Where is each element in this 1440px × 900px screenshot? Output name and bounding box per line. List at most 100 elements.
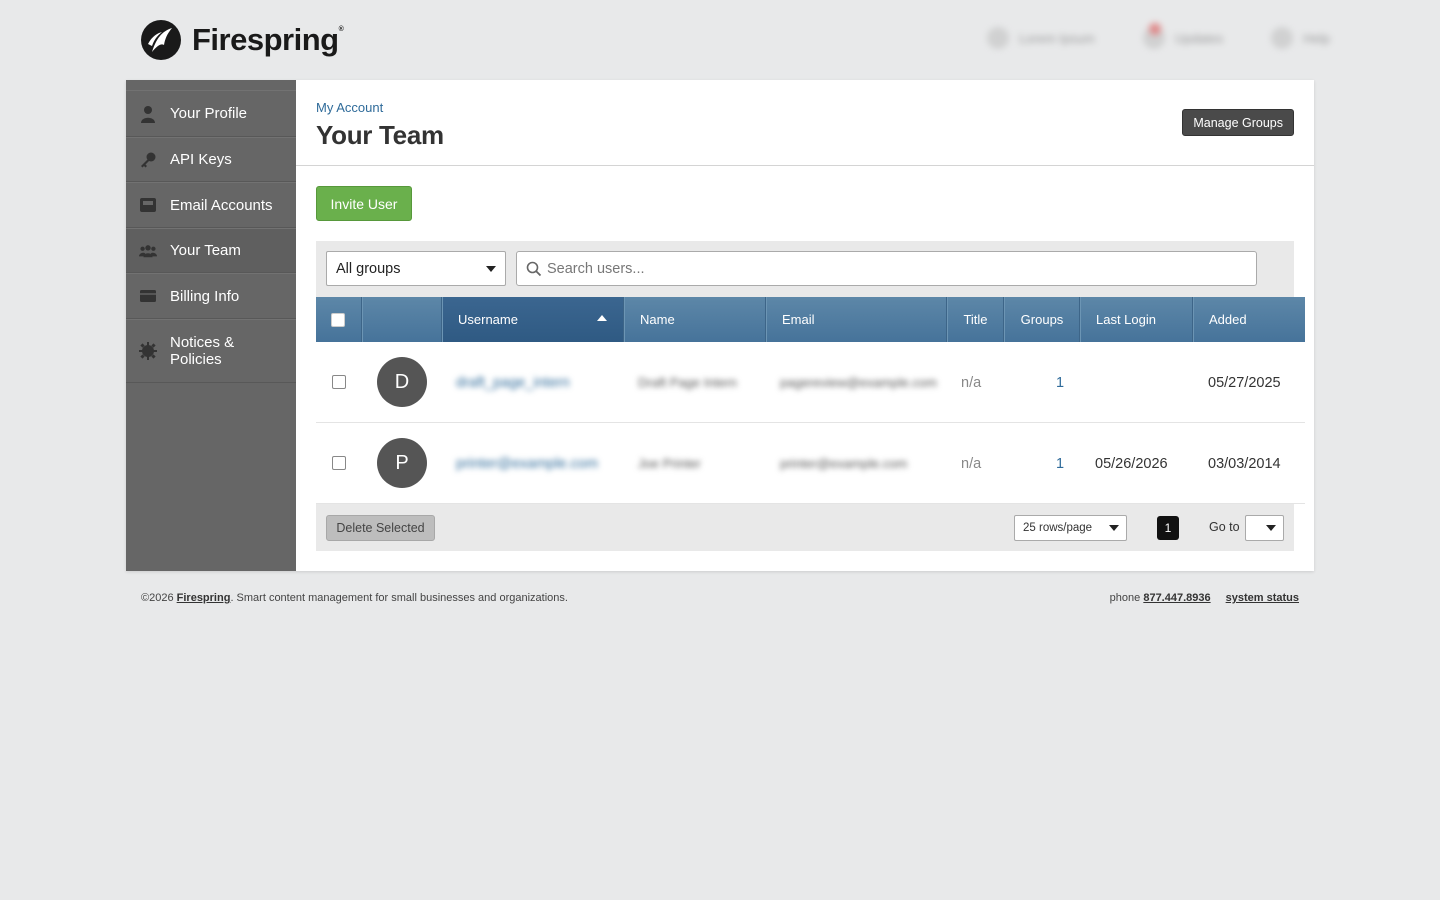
sidebar-item-billing-info[interactable]: Billing Info bbox=[126, 273, 296, 319]
user-last-login: 05/26/2026 bbox=[1095, 455, 1168, 472]
search-input[interactable] bbox=[547, 252, 1247, 285]
rows-per-page-select[interactable]: 25 rows/page bbox=[1014, 515, 1127, 541]
help-icon bbox=[1271, 27, 1294, 49]
user-last-login bbox=[1095, 342, 1200, 423]
page-number-current[interactable]: 1 bbox=[1157, 516, 1179, 540]
user-groups-count[interactable]: 1 bbox=[1026, 423, 1094, 504]
footer-links: phone 877.447.8936 system status bbox=[1110, 592, 1299, 604]
column-header-added[interactable]: Added bbox=[1193, 297, 1305, 342]
top-bar: Firespring® Lorem Ipsum Updates Help bbox=[0, 0, 1440, 80]
row-checkbox[interactable] bbox=[332, 456, 346, 470]
rows-per-page-value: 25 rows/page bbox=[1023, 522, 1093, 534]
column-label: Name bbox=[640, 312, 675, 327]
user-icon bbox=[986, 27, 1009, 49]
chevron-down-icon bbox=[486, 266, 496, 272]
column-header-name[interactable]: Name bbox=[624, 297, 766, 342]
avatar: D bbox=[377, 357, 427, 407]
column-label: Groups bbox=[1020, 312, 1064, 327]
table-row: P printer@example.com Joe Printer printe… bbox=[316, 423, 1305, 504]
column-label: Added bbox=[1209, 312, 1247, 327]
column-header-email[interactable]: Email bbox=[766, 297, 947, 342]
sidebar-item-label: API Keys bbox=[170, 151, 232, 168]
top-nav-updates[interactable]: Updates bbox=[1142, 23, 1224, 49]
user-groups-count[interactable]: 1 bbox=[1026, 342, 1094, 423]
column-header-last-login[interactable]: Last Login bbox=[1080, 297, 1193, 342]
sidebar: Your Profile API Keys Email Accounts You… bbox=[126, 80, 296, 571]
search-box bbox=[516, 251, 1257, 286]
filter-bar: All groups bbox=[316, 241, 1294, 297]
manage-groups-button[interactable]: Manage Groups bbox=[1182, 109, 1294, 136]
person-icon bbox=[139, 105, 157, 123]
search-icon bbox=[526, 261, 542, 277]
top-nav-account[interactable]: Lorem Ipsum bbox=[986, 27, 1095, 49]
firespring-logo-icon bbox=[141, 20, 181, 60]
gear-icon bbox=[139, 342, 157, 360]
username-link[interactable]: printer@example.com bbox=[456, 423, 626, 504]
sidebar-item-label: Billing Info bbox=[170, 287, 240, 305]
column-label: Username bbox=[458, 312, 518, 327]
sidebar-item-label: Notices & Policies bbox=[170, 334, 235, 368]
column-header-groups[interactable]: Groups bbox=[1004, 297, 1080, 342]
top-nav-label: Help bbox=[1303, 30, 1330, 46]
invite-user-button[interactable]: Invite User bbox=[316, 186, 412, 221]
sidebar-item-api-keys[interactable]: API Keys bbox=[126, 137, 296, 182]
top-nav-label: Lorem Ipsum bbox=[1018, 30, 1095, 46]
phone-link[interactable]: 877.447.8936 bbox=[1143, 592, 1210, 604]
group-filter-value: All groups bbox=[336, 260, 401, 277]
row-checkbox[interactable] bbox=[332, 375, 346, 389]
user-added-date: 03/03/2014 bbox=[1208, 455, 1281, 472]
sidebar-item-your-profile[interactable]: Your Profile bbox=[126, 90, 296, 137]
column-header-username[interactable]: Username bbox=[442, 297, 624, 342]
top-nav-label: Updates bbox=[1174, 30, 1224, 46]
goto-page-select[interactable] bbox=[1245, 515, 1284, 541]
footer-tagline: . Smart content management for small bus… bbox=[230, 592, 568, 604]
firespring-logo[interactable]: Firespring® bbox=[140, 19, 344, 61]
user-title: n/a bbox=[961, 374, 982, 391]
goto-label: Go to bbox=[1209, 520, 1240, 534]
user-email: printer@example.com bbox=[780, 456, 908, 471]
group-filter-select[interactable]: All groups bbox=[326, 251, 506, 286]
chevron-down-icon bbox=[1266, 525, 1276, 531]
table-row: D draft_page_intern Draft Page Intern pa… bbox=[316, 342, 1305, 423]
phone-label: phone bbox=[1109, 592, 1141, 604]
sidebar-item-notices-policies[interactable]: Notices & Policies bbox=[126, 319, 296, 383]
main-content: My Account Your Team Manage Groups Invit… bbox=[296, 80, 1314, 571]
select-all-cell bbox=[316, 297, 362, 342]
column-label: Title bbox=[963, 312, 988, 327]
team-icon bbox=[139, 242, 157, 260]
chevron-down-icon bbox=[1109, 525, 1119, 531]
sort-ascending-icon bbox=[597, 315, 607, 321]
brand-name: Firespring® bbox=[192, 22, 344, 57]
footer-phone: phone 877.447.8936 bbox=[1110, 592, 1211, 604]
company-link[interactable]: Firespring bbox=[177, 592, 231, 604]
user-name: Draft Page Intern bbox=[638, 375, 737, 390]
account-card: Your Profile API Keys Email Accounts You… bbox=[126, 80, 1314, 571]
breadcrumb[interactable]: My Account bbox=[316, 100, 383, 115]
table-header: Username Name Email Title Groups Last Lo… bbox=[316, 297, 1305, 342]
card-icon bbox=[139, 287, 157, 305]
system-status-link[interactable]: system status bbox=[1226, 592, 1299, 604]
column-label: Email bbox=[782, 312, 815, 327]
column-label: Last Login bbox=[1096, 312, 1156, 327]
user-name: Joe Printer bbox=[638, 456, 701, 471]
sidebar-item-label: Email Accounts bbox=[170, 196, 273, 214]
avatar-column-header bbox=[362, 297, 442, 342]
key-icon bbox=[139, 151, 157, 169]
select-all-checkbox[interactable] bbox=[331, 313, 345, 327]
table-footer: Delete Selected 25 rows/page 1 Go to bbox=[316, 504, 1294, 551]
sidebar-item-label: Your Team bbox=[170, 242, 241, 259]
user-added-date: 05/27/2025 bbox=[1208, 374, 1281, 391]
copyright-year: ©2026 bbox=[141, 592, 174, 604]
sidebar-item-your-team[interactable]: Your Team bbox=[126, 228, 296, 273]
column-header-title[interactable]: Title bbox=[947, 297, 1004, 342]
username-link[interactable]: draft_page_intern bbox=[456, 342, 626, 423]
page-title: Your Team bbox=[316, 120, 444, 150]
sidebar-item-email-accounts[interactable]: Email Accounts bbox=[126, 182, 296, 228]
user-email: pagereview@example.com bbox=[780, 375, 937, 390]
delete-selected-button[interactable]: Delete Selected bbox=[326, 515, 435, 541]
sidebar-item-label: Your Profile bbox=[170, 105, 247, 122]
top-nav: Lorem Ipsum Updates Help bbox=[986, 23, 1330, 49]
bell-icon bbox=[1142, 23, 1165, 49]
footer-copyright: ©2026 Firespring. Smart content manageme… bbox=[141, 592, 568, 604]
top-nav-help[interactable]: Help bbox=[1271, 27, 1330, 49]
